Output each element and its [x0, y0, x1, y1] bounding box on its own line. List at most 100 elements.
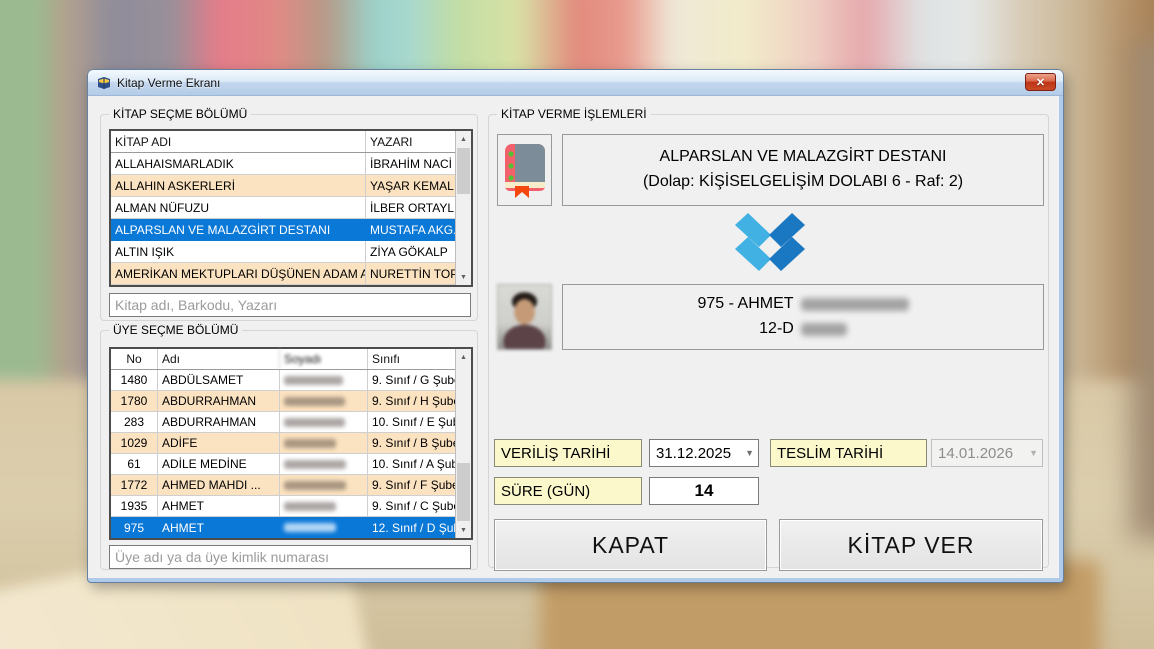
- app-window: Kitap Verme Ekranı ✕ KİTAP SEÇME BÖLÜMÜ …: [88, 70, 1063, 582]
- member-surname-cell: [279, 475, 367, 495]
- issue-date-value: 31.12.2025: [656, 445, 731, 462]
- selected-book-location: (Dolap: KİŞİSELGELİŞİM DOLABI 6 - Raf: 2…: [643, 170, 963, 195]
- close-button[interactable]: KAPAT: [494, 519, 767, 571]
- column-header-book-name[interactable]: KİTAP ADI: [111, 131, 365, 152]
- member-first-name-cell: AHMET: [157, 517, 279, 538]
- title-bar[interactable]: Kitap Verme Ekranı ✕: [88, 70, 1063, 96]
- table-row[interactable]: 61ADİLE MEDİNE10. Sınıf / A Şubesi (: [111, 454, 471, 475]
- book-search-input[interactable]: [109, 293, 471, 317]
- table-row[interactable]: 1480ABDÜLSAMET 9. Sınıf / G Şubesi ( E: [111, 370, 471, 391]
- issue-date-picker[interactable]: 31.12.2025 ▼: [649, 439, 759, 467]
- member-class-cell: 9. Sınıf / C Şubesi ( E: [367, 496, 458, 516]
- selected-member-class: 12-D: [759, 317, 794, 342]
- member-search-input[interactable]: [109, 545, 471, 569]
- table-row[interactable]: 1935AHMET 9. Sınıf / C Şubesi ( E: [111, 496, 471, 517]
- member-first-name-cell: AHMET: [157, 496, 279, 516]
- book-name-cell: ALLAHAISMARLADIK: [111, 153, 365, 174]
- member-table-header[interactable]: No Adı Soyadı Sınıfı: [111, 349, 471, 370]
- redacted-surname: [801, 298, 909, 311]
- member-no-cell: 1780: [111, 391, 157, 411]
- member-first-name-cell: ABDÜLSAMET: [157, 370, 279, 390]
- member-table-body: 1480ABDÜLSAMET9. Sınıf / G Şubesi ( E178…: [111, 370, 471, 538]
- selected-book-title: ALPARSLAN VE MALAZGİRT DESTANI: [660, 145, 947, 170]
- redacted-surname: [284, 397, 345, 406]
- column-header-first-name[interactable]: Adı: [157, 349, 279, 369]
- column-header-class[interactable]: Sınıfı: [367, 349, 458, 369]
- member-class-cell: 9. Sınıf / G Şubesi ( E: [367, 370, 458, 390]
- table-row[interactable]: 1772AHMED MAHDI ...9. Sınıf / F Şubesi (…: [111, 475, 471, 496]
- member-first-name-cell: AHMED MAHDI ...: [157, 475, 279, 495]
- book-group-title: KİTAP SEÇME BÖLÜMÜ: [109, 107, 251, 121]
- member-table-scrollbar[interactable]: ▲ ▼: [455, 349, 471, 538]
- selected-book-info: ALPARSLAN VE MALAZGİRT DESTANI (Dolap: K…: [562, 134, 1044, 206]
- member-class-cell: 12. Sınıf / D Şubesi (: [367, 517, 458, 538]
- close-icon[interactable]: ✕: [1025, 73, 1056, 91]
- book-table-header[interactable]: KİTAP ADI YAZARI: [111, 131, 471, 153]
- table-row[interactable]: 1780ABDURRAHMAN9. Sınıf / H Şubesi ( M: [111, 391, 471, 412]
- lending-operations-group: KİTAP VERME İŞLEMLERİ ALPARSLAN VE MALAZ…: [488, 114, 1049, 568]
- selected-member-id-name: 975 - AHMET: [697, 292, 793, 317]
- table-row[interactable]: 975AHMET 12. Sınıf / D Şubesi (: [111, 517, 471, 538]
- duration-input[interactable]: 14: [649, 477, 759, 505]
- column-header-no[interactable]: No: [111, 349, 157, 369]
- book-name-cell: ALMAN NÜFUZU: [111, 197, 365, 218]
- member-first-name-cell: ADİFE: [157, 433, 279, 453]
- return-date-picker: 14.01.2026 ▼: [931, 439, 1043, 467]
- table-row[interactable]: ALTIN IŞIKZİYA GÖKALP: [111, 241, 471, 263]
- member-no-cell: 975: [111, 517, 157, 538]
- member-group-title: ÜYE SEÇME BÖLÜMÜ: [109, 323, 242, 337]
- member-no-cell: 1480: [111, 370, 157, 390]
- scrollbar-thumb[interactable]: [457, 463, 470, 521]
- member-first-name-cell: ABDURRAHMAN: [157, 412, 279, 432]
- book-name-cell: ALLAHIN ASKERLERİ: [111, 175, 365, 196]
- column-header-author[interactable]: YAZARI: [365, 131, 458, 152]
- lending-group-title: KİTAP VERME İŞLEMLERİ: [497, 107, 651, 121]
- lend-book-button[interactable]: KİTAP VER: [779, 519, 1043, 571]
- member-no-cell: 1029: [111, 433, 157, 453]
- member-no-cell: 61: [111, 454, 157, 474]
- redacted-surname: [284, 502, 336, 511]
- app-book-icon: [96, 75, 112, 91]
- table-row[interactable]: ALLAHIN ASKERLERİYAŞAR KEMAL: [111, 175, 471, 197]
- redacted-surname: [284, 439, 336, 448]
- book-author-cell: YAŞAR KEMAL: [365, 175, 458, 196]
- table-row[interactable]: 1029ADİFE9. Sınıf / B Şubesi ( E: [111, 433, 471, 454]
- book-name-cell: ALPARSLAN VE MALAZGİRT DESTANI: [111, 219, 365, 241]
- book-table-scrollbar[interactable]: ▲ ▼: [455, 131, 471, 285]
- scroll-up-icon[interactable]: ▲: [456, 131, 471, 147]
- table-row[interactable]: ALLAHAISMARLADIKİBRAHİM NACİ: [111, 153, 471, 175]
- book-author-cell: İBRAHİM NACİ: [365, 153, 458, 174]
- table-row[interactable]: ALMAN NÜFUZUİLBER ORTAYLI: [111, 197, 471, 219]
- duration-label: SÜRE (GÜN): [494, 477, 642, 505]
- scrollbar-thumb[interactable]: [457, 148, 470, 194]
- table-row[interactable]: ALPARSLAN VE MALAZGİRT DESTANIMUSTAFA AK…: [111, 219, 471, 241]
- book-name-cell: ALTIN IŞIK: [111, 241, 365, 262]
- member-class-cell: 10. Sınıf / A Şubesi (: [367, 454, 458, 474]
- book-author-cell: NURETTİN TOP...: [365, 263, 458, 284]
- book-author-cell: İLBER ORTAYLI: [365, 197, 458, 218]
- table-row[interactable]: 283ABDURRAHMAN10. Sınıf / E Şubesi (: [111, 412, 471, 433]
- book-name-cell: AMERİKAN MEKTUPLARI DÜŞÜNEN ADAM A...: [111, 263, 365, 284]
- return-date-value: 14.01.2026: [938, 445, 1013, 462]
- chevron-down-icon: ▼: [1029, 448, 1038, 458]
- scroll-up-icon[interactable]: ▲: [456, 349, 471, 365]
- return-date-label: TESLİM TARİHİ: [770, 439, 927, 467]
- table-row[interactable]: AMERİKAN MEKTUPLARI DÜŞÜNEN ADAM A...NUR…: [111, 263, 471, 285]
- member-no-cell: 1935: [111, 496, 157, 516]
- member-surname-cell: [279, 517, 367, 538]
- column-header-surname[interactable]: Soyadı: [279, 349, 367, 369]
- member-class-cell: 9. Sınıf / F Şubesi ( B: [367, 475, 458, 495]
- member-surname-cell: [279, 412, 367, 432]
- member-table: No Adı Soyadı Sınıfı 1480ABDÜLSAMET 9. Sı…: [109, 347, 473, 540]
- redacted-surname: [284, 481, 346, 490]
- redacted-surname: [284, 523, 336, 532]
- member-first-name-cell: ABDURRAHMAN: [157, 391, 279, 411]
- scroll-down-icon[interactable]: ▼: [456, 522, 471, 538]
- issue-date-label: VERİLİŞ TARİHİ: [494, 439, 642, 467]
- client-area: KİTAP SEÇME BÖLÜMÜ KİTAP ADI YAZARI ALLA…: [88, 96, 1055, 578]
- member-photo: [497, 284, 552, 350]
- scroll-down-icon[interactable]: ▼: [456, 269, 471, 285]
- selected-member-info: 975 - AHMET 12-D: [562, 284, 1044, 350]
- book-author-cell: MUSTAFA AKG...: [365, 219, 458, 241]
- redacted-class-text: [801, 323, 847, 336]
